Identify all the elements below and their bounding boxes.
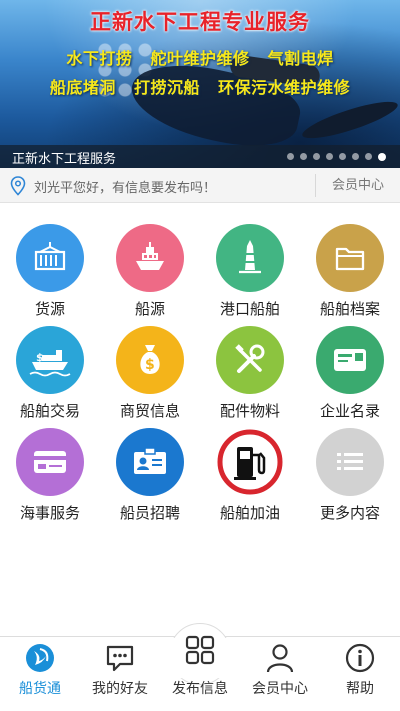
cargo-ship-money-icon: $ (16, 326, 84, 394)
info-icon (345, 643, 375, 673)
banner-service-item: 船底堵洞 (49, 78, 116, 97)
maritime-card-icon (16, 428, 84, 496)
carousel-dot[interactable] (287, 153, 294, 160)
nav-publish[interactable]: 发布信息 (160, 635, 240, 711)
grid-item-trade-info[interactable]: $ 商贸信息 (100, 314, 200, 420)
nav-help[interactable]: 帮助 (320, 637, 400, 711)
grid-item-maritime-service[interactable]: 海事服务 (0, 416, 100, 522)
folder-icon (316, 224, 384, 292)
banner-title: 正新水下工程专业服务 (90, 10, 310, 34)
banner-service-item: 环保污水维护维修 (218, 78, 351, 97)
nav-label: 船货通 (19, 681, 61, 697)
grid-item-ship-trading[interactable]: $ 船舶交易 (0, 314, 100, 420)
grid-item-company-directory[interactable]: 企业名录 (300, 314, 400, 420)
promo-banner[interactable]: 正新水下工程专业服务 水下打捞 舵叶维护维修 气割电焊 船底堵洞 打捞沉船 环保… (0, 0, 400, 168)
grid-item-port-ships[interactable]: 港口船舶 (200, 212, 300, 318)
svg-text:$: $ (36, 351, 44, 364)
app-logo-icon (26, 644, 54, 672)
grid-item-parts-materials[interactable]: 配件物料 (200, 314, 300, 420)
grid-item-label: 船员招聘 (119, 504, 180, 522)
svg-text:$: $ (145, 357, 155, 373)
grid-item-label: 更多内容 (319, 504, 380, 522)
carousel-dot[interactable] (365, 153, 372, 160)
ship-icon (116, 224, 184, 292)
banner-service-item: 舵叶维护维修 (150, 49, 250, 68)
carousel-dot[interactable] (378, 152, 386, 161)
nav-home[interactable]: 船货通 (0, 637, 80, 711)
greeting-text: 刘光平您好，有信息要发布吗！ (34, 181, 217, 196)
more-list-icon (316, 428, 384, 496)
banner-service-item: 打捞沉船 (133, 78, 200, 97)
nav-label: 发布信息 (172, 681, 228, 697)
money-bag-icon: $ (116, 326, 184, 394)
banner-caption: 正新水下工程服务 (12, 152, 117, 167)
member-center-link[interactable]: 会员中心 (316, 168, 400, 203)
notice-bar: 刘光平您好，有信息要发布吗！ 会员中心 (0, 168, 400, 203)
grid-item-crew-recruitment[interactable]: 船员招聘 (100, 416, 200, 522)
nav-label: 会员中心 (252, 681, 308, 697)
grid-item-label: 船舶加油 (219, 504, 280, 522)
carousel-dot[interactable] (326, 153, 333, 160)
nav-friends[interactable]: 我的好友 (80, 637, 160, 711)
grid-item-more-content[interactable]: 更多内容 (300, 416, 400, 522)
user-icon (266, 644, 294, 673)
nav-label: 帮助 (346, 681, 374, 697)
banner-service-item: 水下打捞 (66, 49, 133, 68)
grid-item-cargo-source[interactable]: 货源 (0, 212, 100, 318)
banner-services-line-2: 船底堵洞 打捞沉船 环保污水维护维修 (0, 74, 400, 98)
carousel-dot[interactable] (339, 153, 346, 160)
id-badge-icon (116, 428, 184, 496)
banner-service-item: 气割电焊 (267, 49, 334, 68)
carousel-dot[interactable] (352, 153, 359, 160)
container-icon (16, 224, 84, 292)
fuel-pump-icon (216, 428, 284, 496)
business-card-icon (316, 326, 384, 394)
grid-item-ship-archive[interactable]: 船舶档案 (300, 212, 400, 318)
chat-icon (106, 645, 134, 672)
location-pin-icon (10, 176, 26, 196)
carousel-indicator[interactable] (287, 152, 386, 161)
grid-item-ship-refueling[interactable]: 船舶加油 (200, 416, 300, 522)
banner-services-line-1: 水下打捞 舵叶维护维修 气割电焊 (0, 45, 400, 69)
banner-caption-bar: 正新水下工程服务 (0, 145, 400, 168)
grid-item-ship-source[interactable]: 船源 (100, 212, 200, 318)
tools-icon (216, 326, 284, 394)
nav-label: 我的好友 (92, 681, 148, 697)
nav-member-center[interactable]: 会员中心 (240, 637, 320, 711)
grid-item-label: 海事服务 (19, 504, 80, 522)
lighthouse-icon (216, 224, 284, 292)
grid-icon (185, 635, 215, 665)
bottom-navigation: 船货通 我的好友 发布信息 会员中心 帮助 (0, 623, 400, 711)
carousel-dot[interactable] (300, 153, 307, 160)
carousel-dot[interactable] (313, 153, 320, 160)
